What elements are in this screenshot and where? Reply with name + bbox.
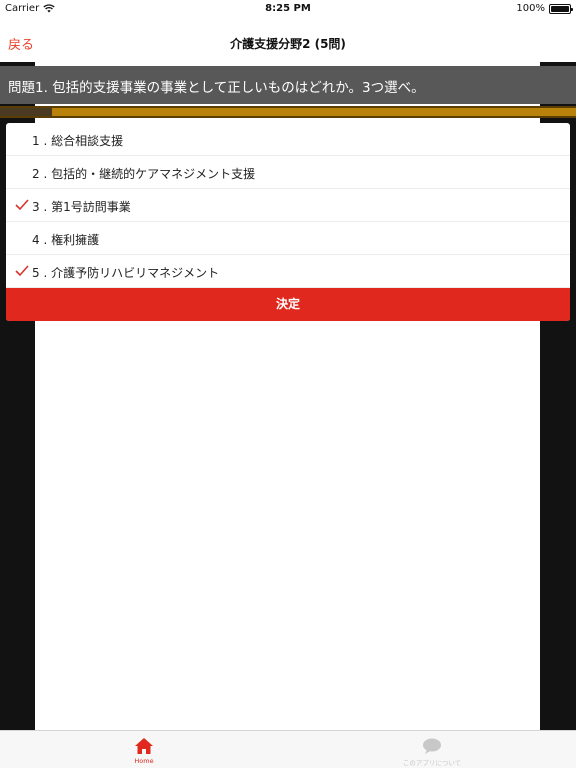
clock: 8:25 PM xyxy=(265,3,311,14)
tab-home-label: Home xyxy=(134,757,154,765)
choice-label: 3 . 第1号訪問事業 xyxy=(32,200,131,214)
home-icon xyxy=(135,738,153,754)
page-title: 介護支援分野2 (5問) xyxy=(230,37,346,51)
choice-row-4[interactable]: 4 . 権利擁護 xyxy=(6,222,570,255)
battery-icon xyxy=(549,3,573,14)
tab-about[interactable]: このアプリについて xyxy=(352,735,512,767)
question-banner: 問題1. 包括的支援事業の事業として正しいものはどれか。3つ選べ。 xyxy=(0,66,576,104)
choice-label: 5 . 介護予防リハビリマネジメント xyxy=(32,266,220,280)
checkmark-icon xyxy=(15,199,29,211)
progress-fill xyxy=(0,108,52,116)
speech-bubble-icon xyxy=(423,738,441,754)
choice-row-1[interactable]: 1 . 総合相談支援 xyxy=(6,123,570,156)
tab-bar: Home このアプリについて xyxy=(0,730,576,768)
checkmark-icon xyxy=(15,265,29,277)
choice-row-3[interactable]: 3 . 第1号訪問事業 xyxy=(6,189,570,222)
submit-button[interactable]: 決定 xyxy=(6,288,570,321)
question-text: 問題1. 包括的支援事業の事業として正しいものはどれか。3つ選べ。 xyxy=(8,80,425,96)
tab-about-label: このアプリについて xyxy=(402,759,462,767)
navigation-bar: 戻る 介護支援分野2 (5問) xyxy=(0,18,576,62)
choice-label: 4 . 権利擁護 xyxy=(32,233,100,247)
tab-home[interactable]: Home xyxy=(64,735,224,767)
choices-card: 1 . 総合相談支援 2 . 包括的・継続的ケアマネジメント支援 3 . 第1号… xyxy=(6,123,570,321)
choice-row-2[interactable]: 2 . 包括的・継続的ケアマネジメント支援 xyxy=(6,156,570,189)
choice-label: 1 . 総合相談支援 xyxy=(32,134,124,148)
status-bar: Carrier 8:25 PM 100% xyxy=(0,0,576,18)
progress-bar xyxy=(0,106,576,118)
choice-row-5[interactable]: 5 . 介護予防リハビリマネジメント xyxy=(6,255,570,288)
status-right: 100% xyxy=(516,3,573,14)
battery-percent: 100% xyxy=(516,3,545,14)
choice-label: 2 . 包括的・継続的ケアマネジメント支援 xyxy=(32,167,256,181)
